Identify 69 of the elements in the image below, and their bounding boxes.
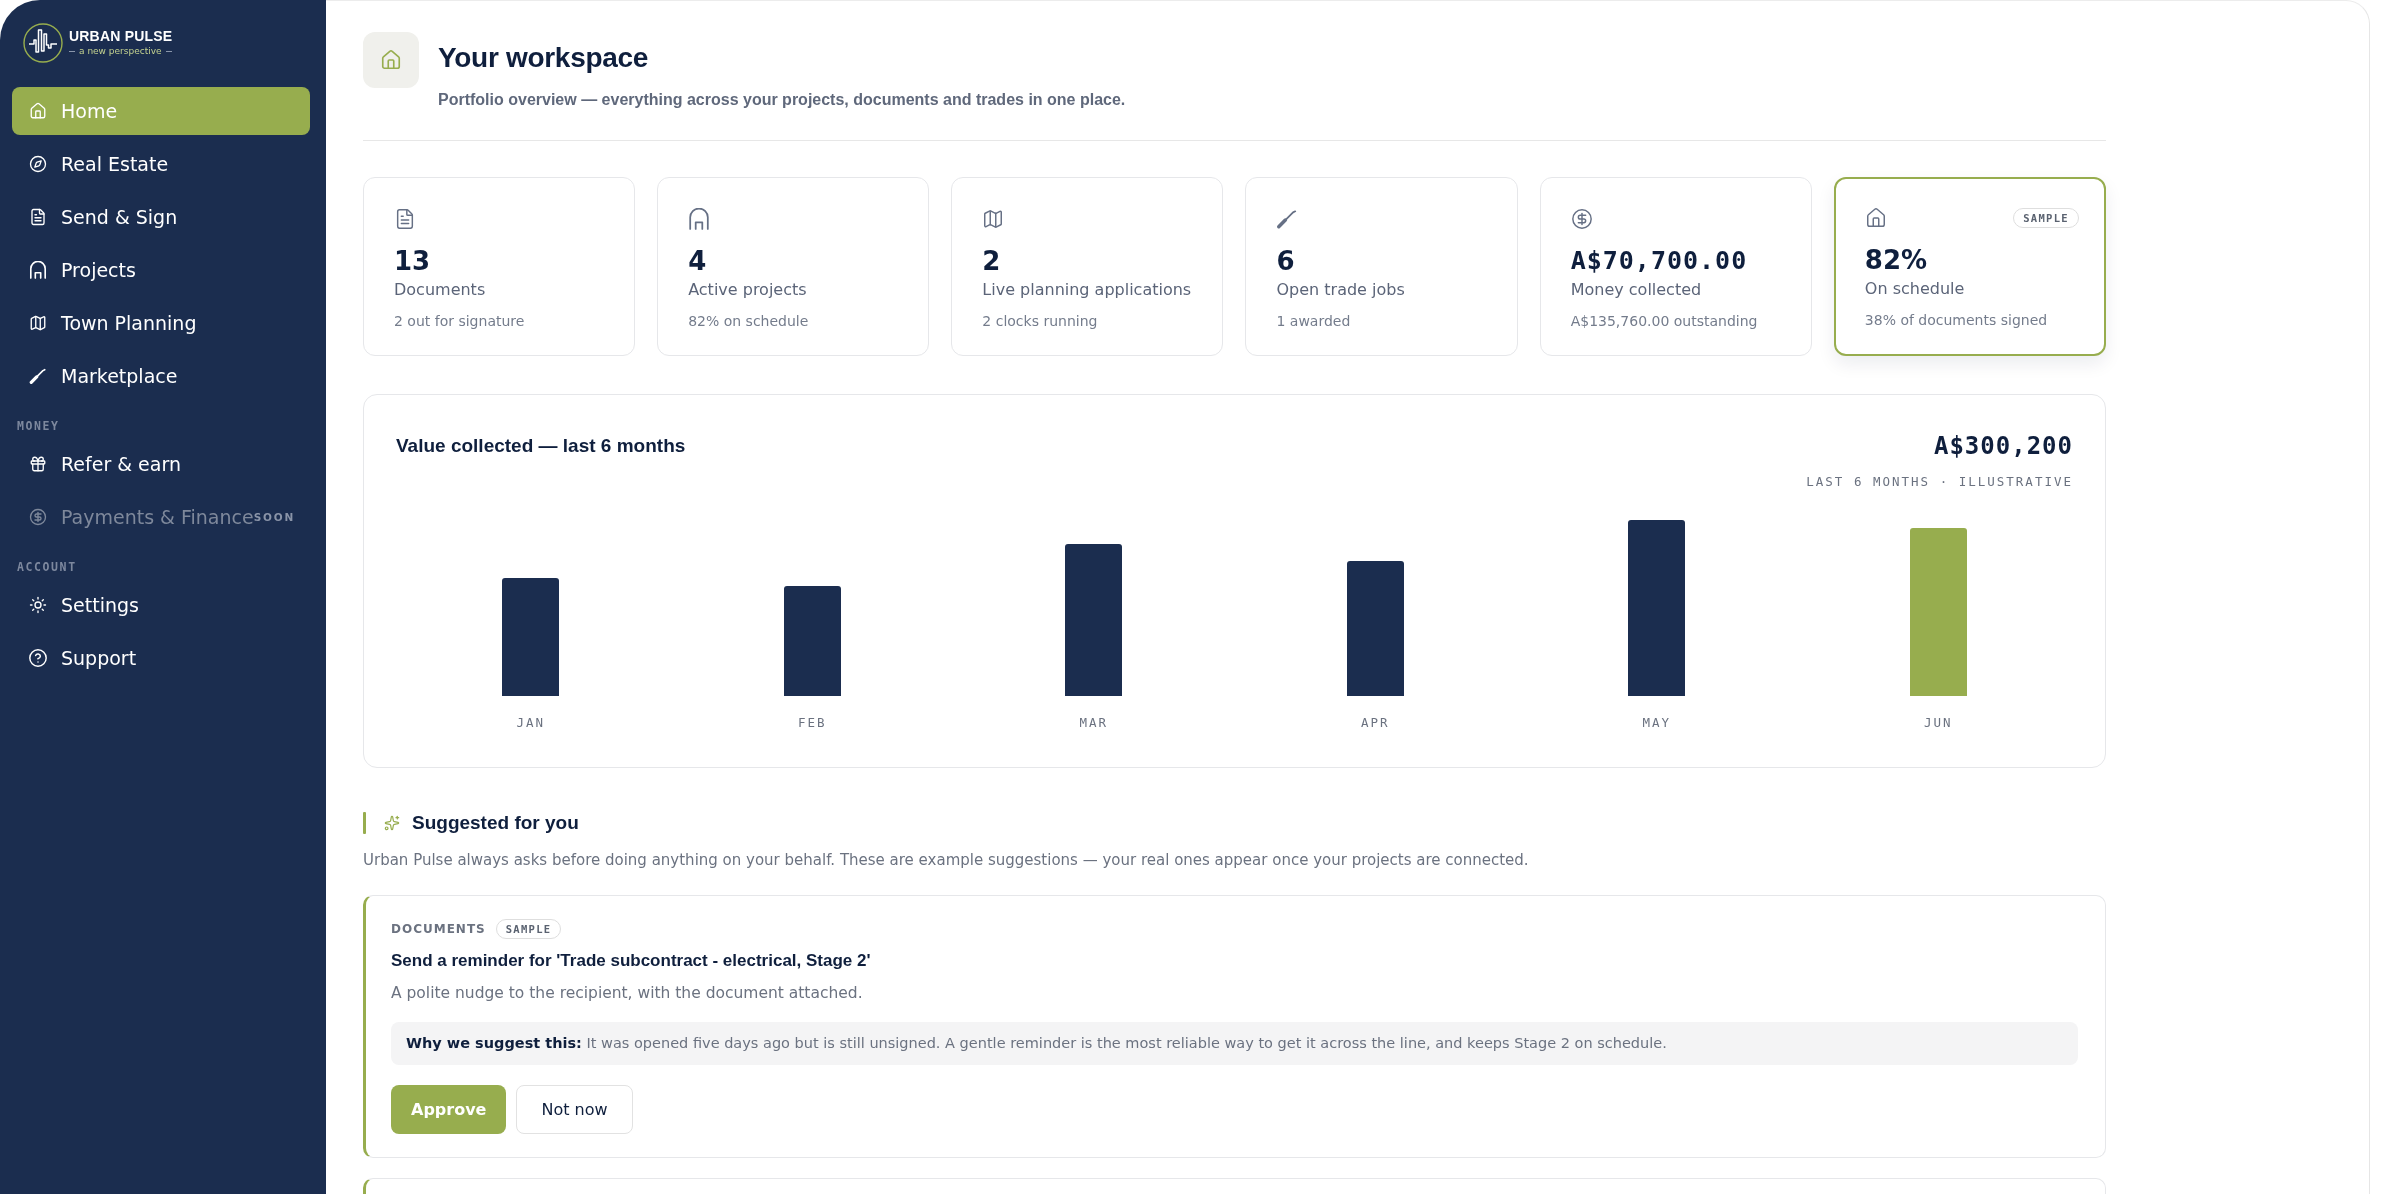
section-intro: Urban Pulse always asks before doing anything on your behalf. These are example suggestions — your real ones appear once your projects are connected. — [363, 850, 1530, 871]
stat-note: 2 out for signature — [394, 312, 526, 331]
stat-note: 1 awarded — [1276, 312, 1352, 331]
chart-title: Value collected — last 6 months — [396, 434, 686, 458]
dollar-icon — [29, 508, 47, 526]
accent-bar — [363, 812, 366, 834]
dollar-icon — [1570, 208, 1593, 230]
month-label: JAN — [516, 715, 546, 731]
stat-note: 38% of documents signed — [1864, 311, 2049, 330]
nav-item[interactable]: Real Estate — [12, 140, 310, 188]
stat-value: A$70,700.00 — [1570, 245, 1749, 277]
house-icon — [363, 32, 419, 88]
stat-label: Active projects — [688, 279, 808, 301]
page-title: Your workspace — [438, 41, 650, 75]
brand-name: URBAN PULSE — [69, 29, 173, 44]
nav-item[interactable]: Marketplace — [12, 352, 310, 400]
stat-value: 13 — [394, 245, 432, 277]
month-label: APR — [1360, 715, 1390, 731]
suggestion-title: Send a reminder for 'Trade subcontract - electrical, Stage 2' — [391, 950, 872, 972]
house-icon — [29, 102, 47, 120]
map-icon — [29, 314, 47, 332]
reason-note: Why we suggest this: It was opened five days ago but is still unsigned. A gentle reminder is the most reliable way to get it across the line, and keeps Stage 2 on schedule. — [391, 1022, 2078, 1065]
month-label: MAR — [1079, 715, 1109, 731]
stat-label: Documents — [394, 279, 487, 301]
stat-value: 6 — [1276, 245, 1296, 277]
month-label: JUN — [1923, 715, 1953, 731]
sun-icon — [29, 596, 47, 614]
chart-caption: LAST 6 MONTHS · ILLUSTRATIVE — [1806, 474, 2073, 490]
section-label: ACCOUNT — [16, 560, 78, 574]
soon-label: SOON — [253, 511, 296, 523]
building-icon — [29, 261, 47, 279]
stat-value: 82% — [1864, 244, 1929, 276]
stat-note: A$135,760.00 outstanding — [1570, 312, 1759, 331]
brand-tagline: a new perspective — [69, 46, 172, 57]
tool-icon — [1276, 208, 1299, 230]
page-subtitle: Portfolio overview — everything across your projects, documents and trades in one place. — [438, 90, 1126, 110]
gift-icon — [29, 455, 47, 473]
stat-label: Live planning applications — [982, 279, 1193, 301]
dismiss-button[interactable]: Not now — [516, 1085, 633, 1134]
stat-note: 82% on schedule — [688, 312, 810, 331]
sparkles-icon — [384, 815, 400, 831]
month-label: FEB — [797, 715, 827, 731]
category-label: DOCUMENTS — [391, 922, 486, 936]
stat-label: On schedule — [1864, 278, 1966, 300]
nav-item[interactable]: Refer & earn — [12, 440, 310, 488]
month-label: MAY — [1642, 715, 1672, 731]
stat-note: 2 clocks running — [982, 312, 1099, 331]
nav-item[interactable]: Projects — [12, 246, 310, 294]
nav-item[interactable]: Send & Sign — [12, 193, 310, 241]
section-label: MONEY — [16, 419, 61, 433]
house-icon — [1864, 207, 1887, 229]
stat-label: Money collected — [1570, 279, 1703, 301]
stat-value: 4 — [688, 245, 708, 277]
nav-item[interactable]: Settings — [12, 581, 310, 629]
help-icon — [29, 649, 47, 667]
map-icon — [982, 208, 1005, 230]
nav-item[interactable]: Support — [12, 634, 310, 682]
compass-icon — [29, 155, 47, 173]
stat-value: 2 — [982, 245, 1002, 277]
nav-item[interactable]: Town Planning — [12, 299, 310, 347]
suggestion-description: A polite nudge to the recipient, with the document attached. — [391, 983, 864, 1004]
total-value: A$300,200 — [1933, 431, 2073, 462]
building-icon — [688, 208, 711, 230]
document-icon — [394, 208, 416, 230]
section-title: Suggested for you — [412, 811, 579, 835]
stat-label: Open trade jobs — [1276, 279, 1406, 301]
logo-icon — [23, 23, 63, 63]
tool-icon — [29, 367, 47, 385]
document-icon — [29, 208, 47, 226]
